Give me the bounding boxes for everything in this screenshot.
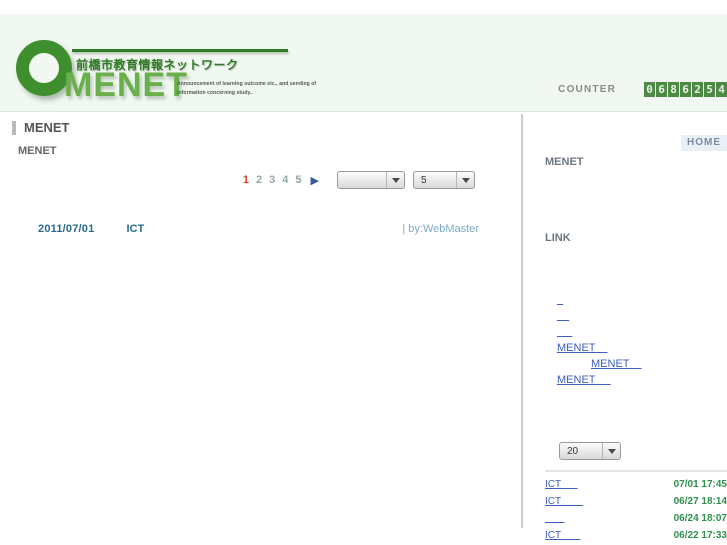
recent-post-link[interactable]: ICT: [545, 527, 580, 544]
pagination-toolbar: 1 2 3 4 5 ▶ 5: [0, 171, 515, 189]
main-content: MENET MENET 1 2 3 4 5 ▶ 5 2011/07/01 ICT…: [0, 112, 515, 235]
site-header: 前橋市教育情報ネットワーク MENET Announcement of lear…: [0, 14, 727, 112]
post-author: | by:WebMaster: [402, 223, 479, 235]
counter-digit: 6: [656, 82, 667, 97]
board-subtitle: MENET: [18, 145, 57, 157]
pagination: 1 2 3 4 5 ▶: [243, 174, 319, 187]
sidebar-count-select[interactable]: 20: [559, 442, 621, 460]
recent-post-link[interactable]: ICT: [545, 476, 578, 493]
counter-digits: 0 6 8 6 2 5 4: [644, 82, 727, 97]
page-title-label: MENET: [24, 120, 70, 135]
page-link-4[interactable]: 4: [282, 174, 288, 186]
chevron-down-icon: [602, 443, 620, 459]
chevron-down-icon: [456, 172, 474, 188]
logo-wordmark: MENET: [64, 66, 188, 104]
page-body: MENET MENET 1 2 3 4 5 ▶ 5 2011/07/01 ICT…: [0, 112, 727, 544]
page-link-5[interactable]: 5: [295, 174, 301, 186]
filter-select[interactable]: [337, 171, 405, 189]
logo-english-tagline: Announcement of learning outcome etc., a…: [177, 81, 317, 96]
counter-label: COUNTER: [558, 84, 616, 95]
recent-post-time: 06/22 17:33: [673, 530, 727, 541]
perpage-select-value: 5: [421, 174, 427, 186]
recent-post-time: 06/27 18:14: [673, 496, 727, 507]
table-row[interactable]: 2011/07/01 ICT | by:WebMaster: [0, 223, 515, 235]
sidebar-home-link[interactable]: HOME: [681, 135, 727, 151]
counter-digit: 6: [680, 82, 691, 97]
recent-posts-list: ICT 07/01 17:45 ICT 06/27 18:14 06/24 18…: [545, 470, 727, 544]
counter-digit: 2: [692, 82, 703, 97]
counter-digit: 0: [644, 82, 655, 97]
page-link-3[interactable]: 3: [269, 174, 275, 186]
list-item[interactable]: [557, 324, 717, 340]
list-item[interactable]: ICT 06/27 18:14: [545, 493, 727, 510]
post-date: 2011/07/01: [38, 223, 95, 235]
list-item[interactable]: MENET: [557, 372, 717, 388]
logo-rule-line: [72, 49, 288, 52]
recent-post-time: 06/24 18:07: [673, 513, 727, 524]
title-accent-bar: [12, 120, 16, 135]
sidebar-count-value: 20: [567, 445, 579, 457]
list-item[interactable]: ICT 07/01 17:45: [545, 476, 727, 493]
counter-digit: 5: [704, 82, 715, 97]
sidebar-heading-menet: MENET: [545, 156, 584, 168]
sidebar-link-list: MENET MENET MENET: [557, 292, 717, 388]
counter-digit: 8: [668, 82, 679, 97]
sidebar-heading-link: LINK: [545, 232, 571, 244]
site-logo[interactable]: 前橋市教育情報ネットワーク MENET Announcement of lear…: [16, 30, 316, 102]
recent-post-link[interactable]: ICT: [545, 493, 583, 510]
recent-post-time: 07/01 17:45: [673, 479, 727, 490]
list-item[interactable]: MENET: [557, 340, 717, 356]
recent-post-link[interactable]: [545, 510, 564, 527]
list-item[interactable]: MENET: [557, 356, 717, 372]
chevron-down-icon: [386, 172, 404, 188]
post-subject-link[interactable]: ICT: [126, 223, 144, 235]
page-link-1[interactable]: 1: [243, 174, 249, 186]
page-title: MENET: [12, 120, 515, 135]
list-item[interactable]: ICT 06/22 17:33: [545, 527, 727, 544]
top-white-strip: [0, 0, 727, 14]
list-item[interactable]: 06/24 18:07: [545, 510, 727, 527]
next-arrow-icon[interactable]: ▶: [311, 174, 319, 187]
list-item[interactable]: [557, 292, 717, 308]
list-item[interactable]: [557, 308, 717, 324]
page-link-2[interactable]: 2: [256, 174, 262, 186]
perpage-select[interactable]: 5: [413, 171, 475, 189]
sidebar: HOME MENET LINK MENET MENET MENET 20 ICT…: [523, 112, 727, 544]
counter-digit: 4: [716, 82, 727, 97]
visitor-counter: COUNTER 0 6 8 6 2 5 4: [558, 82, 727, 97]
